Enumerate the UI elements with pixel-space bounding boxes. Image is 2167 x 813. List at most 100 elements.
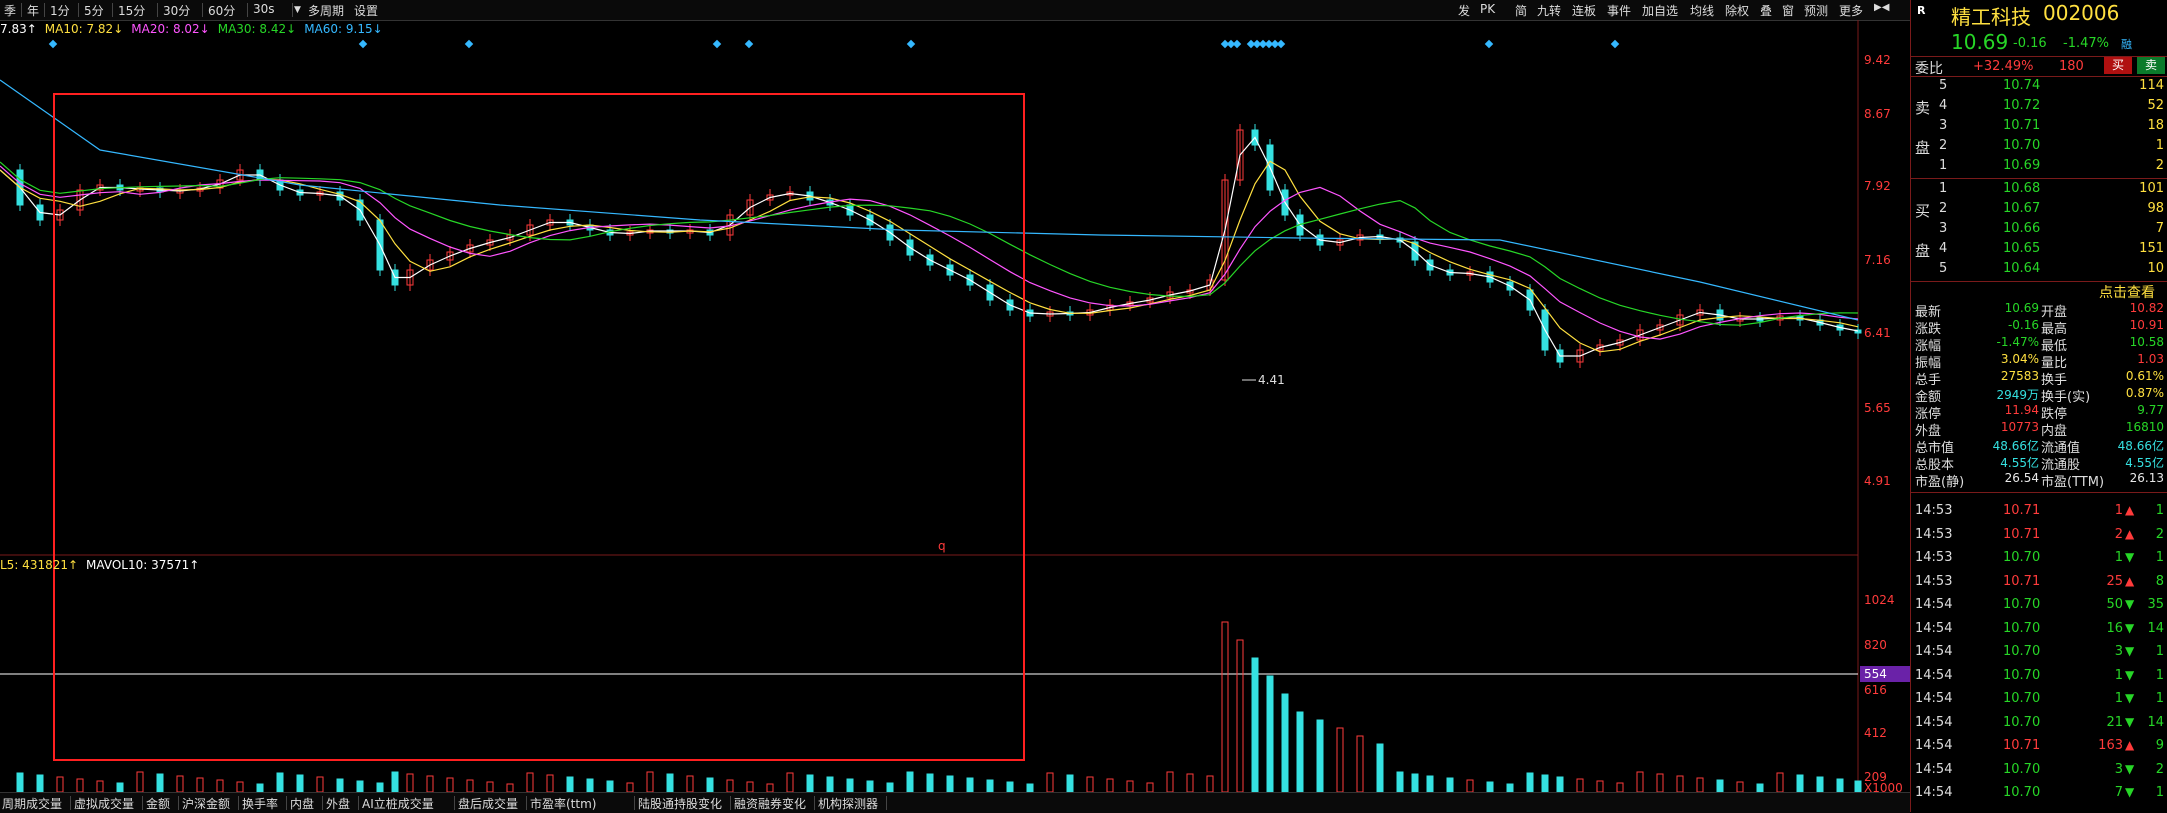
order-book-row[interactable]: 盘 4 10.65 151 [1911,240,2167,260]
toolbar-item[interactable]: 加自选 [1642,2,1678,19]
more-dropdown-icon[interactable]: ▶◀ [1874,2,1889,13]
volume-bar [136,771,144,792]
period-tab[interactable]: 1分 [50,2,70,19]
volume-axis-label: X1000 [1864,781,1903,792]
indicator-tab[interactable]: 换手率 [242,795,278,812]
tick-price: 10.71 [2003,526,2041,542]
price-axis-label: 7.92 [1864,179,1891,193]
stock-change: -0.16 [2013,36,2047,51]
volume-bar [1716,779,1724,792]
toolbar-item[interactable]: PK [1480,2,1495,16]
tick-count: 1 [2155,503,2164,518]
toolbar-item[interactable]: 更多 [1839,2,1863,19]
indicator-tab[interactable]: 金额 [146,795,170,812]
volume-marker-label: 554 [1864,667,1887,681]
order-book-row[interactable]: 卖 4 10.72 52 [1911,97,2167,117]
tick-price: 10.70 [2003,597,2041,612]
period-tab[interactable]: 年 [27,2,39,19]
toolbar-item[interactable]: 简 [1515,2,1527,19]
period-tab[interactable]: 5分 [84,2,104,19]
click-view-link[interactable]: 点击查看 [2099,282,2155,302]
indicator-tab[interactable]: 周期成交量 [2,795,62,812]
tick-count: 35 [2147,597,2164,612]
volume-bar [926,773,934,792]
volume-bar [1376,743,1384,792]
volume-bar [96,780,104,792]
indicator-tab[interactable]: 机构探测器 [818,795,878,812]
order-book-row[interactable]: 1 10.69 2 [1911,157,2167,177]
toolbar-item[interactable]: 除权 [1725,2,1749,19]
order-book-row[interactable]: 盘 2 10.70 1 [1911,137,2167,157]
period-tab[interactable]: 60分 [208,2,235,19]
volume-bar [1066,774,1074,792]
order-book-row[interactable]: 1 10.68 101 [1911,180,2167,200]
order-book-row[interactable]: 3 10.71 18 [1911,117,2167,137]
tick-price: 10.70 [2003,550,2041,565]
sell-button[interactable]: 卖 [2137,57,2165,74]
indicator-tab[interactable]: 内盘 [290,795,314,812]
volume-bar [1296,711,1304,792]
weibi-value: +32.49% [1973,59,2034,74]
indicator-tab[interactable]: 融资融券变化 [734,795,806,812]
arrow-down-icon: ▼ [2125,667,2135,682]
toolbar-item[interactable]: 九转 [1537,2,1561,19]
indicator-tab[interactable]: 外盘 [326,795,350,812]
volume-bar [706,777,714,792]
kline-chart[interactable]: 9.42 8.67 7.92 7.16 6.41 5.65 4.91 1024 820 616 41… [0,20,1910,792]
volume-legend: L5: 431821↑ MAVOL10: 37571↑ [0,558,207,572]
tick-row: 14:54 10.70 50 ▼ 35 [1911,597,2167,617]
volume-bar [116,782,124,792]
tick-time: 14:54 [1915,785,1953,800]
indicator-tab[interactable]: 沪深金额 [182,795,230,812]
volume-bar [1086,776,1094,792]
toolbar-item[interactable]: 连板 [1572,2,1596,19]
toolbar-item[interactable]: 发 [1458,2,1470,19]
tick-row: 14:53 10.71 25 ▲ 8 [1911,574,2167,594]
period-dropdown-icon[interactable]: ▼ [294,5,301,15]
order-price: 10.66 [2003,221,2041,236]
order-price: 10.64 [2003,261,2041,276]
tick-price: 10.70 [2003,761,2041,777]
toolbar-item[interactable]: 预测 [1804,2,1828,19]
volume-bar [1146,782,1154,792]
tick-price: 10.70 [2003,620,2041,636]
volume-bar [76,778,84,792]
indicator-tab[interactable]: 虚拟成交量 [74,795,134,812]
indicator-tab[interactable]: 陆股通持股变化 [638,795,722,812]
period-tab[interactable]: 15分 [118,2,145,19]
volume-bar [1796,774,1804,792]
quote-row: 总市值 48.66亿 流通值 48.66亿 [1911,437,2167,456]
multi-period-button[interactable]: 多周期 [308,2,344,19]
signal-diamond [906,39,916,49]
price-axis-label: 6.41 [1864,326,1891,340]
order-book-row[interactable]: 3 10.66 7 [1911,220,2167,240]
tick-price: 10.71 [2003,738,2041,753]
order-book-row[interactable]: 5 10.64 10 [1911,260,2167,280]
period-tab[interactable]: 30分 [163,2,190,19]
divider [112,3,113,17]
indicator-tab[interactable]: 盘后成交量 [458,795,518,812]
volume-axis-label: 820 [1864,638,1887,652]
order-book-row[interactable]: 买 2 10.67 98 [1911,200,2167,220]
volume-bar [946,775,954,792]
period-tab[interactable]: 季 [4,2,16,19]
period-tab[interactable]: 30s [253,2,275,16]
buy-button[interactable]: 买 [2104,57,2132,74]
toolbar-item[interactable]: 叠 [1760,2,1772,19]
indicator-tab[interactable]: 市盈率(ttm) [530,795,596,812]
toolbar-item[interactable]: 事件 [1607,2,1631,19]
quote-value: 3.04% [2000,352,2039,366]
tick-count: 14 [2147,620,2164,636]
toolbar-item[interactable]: 均线 [1690,2,1714,19]
toolbar-item[interactable]: 窗 [1782,2,1794,19]
divider [730,796,731,810]
tick-count: 2 [2155,761,2164,777]
order-book-row[interactable]: 5 10.74 114 [1911,77,2167,97]
arrow-down-icon: ▼ [2125,620,2135,635]
tick-price: 10.70 [2003,714,2041,730]
indicator-tab[interactable]: AI立桩成交量 [362,795,434,812]
volume-bar [176,775,184,792]
settings-button[interactable]: 设置 [354,2,378,19]
price-axis-label: 9.42 [1864,53,1891,67]
signal-diamond [1484,39,1494,49]
